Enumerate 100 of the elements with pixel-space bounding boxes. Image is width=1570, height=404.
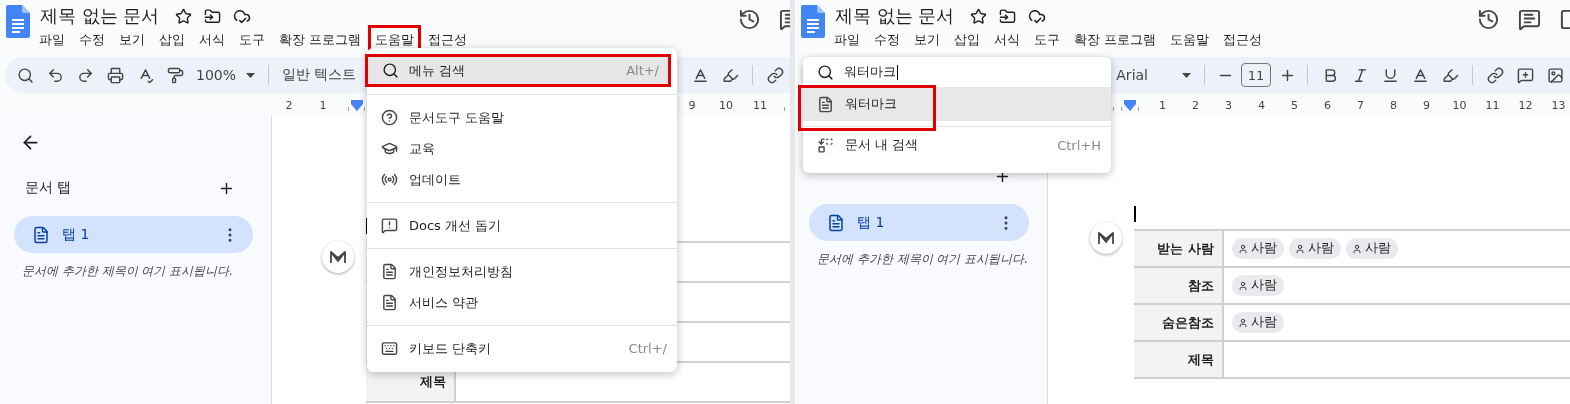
star-icon[interactable]: [175, 7, 193, 25]
menu-item[interactable]: 서비스 약관: [367, 287, 677, 318]
document-icon: [381, 294, 398, 311]
document-tab[interactable]: 탭 1: [14, 216, 253, 253]
menu-item[interactable]: 삽입: [152, 25, 192, 55]
indent-marker[interactable]: [351, 99, 363, 111]
field-label: 받는 사람: [1134, 231, 1224, 266]
person-chip[interactable]: 사람: [1289, 238, 1341, 259]
menu-search-field[interactable]: 메뉴 검색 Alt+/: [365, 54, 671, 87]
ruler-number: 1: [306, 98, 340, 112]
menu-item[interactable]: 도구: [232, 25, 272, 55]
person-icon: [1238, 317, 1248, 328]
find-replace-icon: [817, 136, 834, 154]
menu-item[interactable]: 보기: [907, 25, 947, 55]
cloud-check-icon[interactable]: [233, 7, 252, 25]
menu-item[interactable]: 수정: [72, 25, 112, 55]
image-icon[interactable]: [1546, 66, 1564, 84]
search-field[interactable]: 워터마크: [803, 57, 1111, 87]
search-icon[interactable]: [16, 66, 34, 84]
text-cursor: [366, 218, 368, 234]
antenna-icon: [381, 171, 398, 188]
email-draft-button[interactable]: [1090, 222, 1122, 254]
document-icon: [827, 213, 845, 232]
keyboard-icon: [381, 340, 398, 357]
menu-item[interactable]: 키보드 단축키 Ctrl+/: [367, 333, 677, 364]
menu-item[interactable]: 서식: [987, 25, 1027, 55]
search-icon: [382, 62, 399, 79]
menu-item[interactable]: 교육: [367, 133, 677, 164]
font-select[interactable]: Arial: [1110, 67, 1197, 83]
caret-icon[interactable]: [1182, 72, 1191, 78]
comment-icon[interactable]: [1518, 8, 1541, 31]
person-icon: [1295, 243, 1305, 254]
document-icon: [817, 95, 834, 113]
highlighter-icon[interactable]: [1441, 66, 1459, 84]
search-result[interactable]: 워터마크: [803, 87, 1111, 121]
undo-icon[interactable]: [46, 66, 64, 84]
text-color-icon[interactable]: [1411, 66, 1429, 84]
font-size-field[interactable]: 11: [1241, 63, 1271, 87]
m-icon: [329, 250, 347, 264]
link-icon[interactable]: [766, 66, 784, 84]
search-icon: [817, 63, 834, 81]
document-icon: [381, 263, 398, 280]
paint-roller-icon[interactable]: [166, 66, 184, 84]
move-folder-icon[interactable]: [204, 7, 222, 25]
person-icon: [1352, 243, 1362, 254]
menu-item[interactable]: 업데이트: [367, 164, 677, 195]
menu-item[interactable]: 보기: [112, 25, 152, 55]
person-icon: [1238, 280, 1248, 291]
m-icon: [1097, 231, 1115, 245]
field-label: 참조: [1134, 268, 1224, 303]
menu-item[interactable]: 도움말: [1163, 25, 1217, 55]
move-folder-icon[interactable]: [999, 7, 1017, 25]
docs-logo-icon[interactable]: [801, 5, 825, 38]
star-icon[interactable]: [970, 7, 988, 25]
menu-item[interactable]: 삽입: [947, 25, 987, 55]
print-icon[interactable]: [106, 66, 124, 84]
redo-icon[interactable]: [76, 66, 94, 84]
document-title[interactable]: 제목 없는 문서: [835, 4, 955, 28]
menu-item[interactable]: 확장 프로그램: [272, 25, 369, 55]
document-tab[interactable]: 탭 1: [809, 204, 1029, 241]
text-color-icon[interactable]: [691, 66, 709, 84]
document-icon: [32, 225, 50, 244]
menu-item[interactable]: 도구: [1027, 25, 1067, 55]
menu-item[interactable]: 접근성: [1216, 25, 1270, 55]
underline-icon[interactable]: [1381, 66, 1399, 84]
document-title[interactable]: 제목 없는 문서: [40, 4, 160, 28]
sidebar-hint: 문서에 추가한 제목이 여기 표시됩니다.: [22, 263, 235, 280]
history-icon[interactable]: [738, 8, 761, 31]
add-comment-icon[interactable]: [1516, 66, 1534, 84]
indent-marker[interactable]: [1123, 99, 1136, 111]
menu-item[interactable]: 문서 내 검색 Ctrl+H: [803, 127, 1111, 163]
history-icon[interactable]: [1477, 8, 1500, 31]
style-select[interactable]: 일반 텍스트: [276, 66, 363, 84]
menu-item[interactable]: 수정: [867, 25, 907, 55]
help-icon: [381, 109, 398, 126]
menu-item[interactable]: 파일: [32, 25, 72, 55]
cloud-check-icon[interactable]: [1028, 7, 1047, 25]
person-chip[interactable]: 사람: [1346, 238, 1398, 259]
link-icon[interactable]: [1486, 66, 1504, 84]
person-chip[interactable]: 사람: [1232, 238, 1284, 259]
menu-item[interactable]: 확장 프로그램: [1067, 25, 1164, 55]
sidebar-heading: 문서 탭: [25, 179, 72, 197]
menu-item[interactable]: 문서도구 도움말: [367, 102, 677, 133]
menu-item[interactable]: Docs 개선 돕기: [367, 210, 677, 241]
person-chip[interactable]: 사람: [1232, 312, 1284, 333]
zoom-select[interactable]: 100%: [190, 67, 262, 83]
highlighter-icon[interactable]: [721, 66, 739, 84]
graduation-cap-icon: [381, 140, 398, 157]
email-draft-button[interactable]: [322, 241, 354, 273]
sidebar-hint: 문서에 추가한 제목이 여기 표시됩니다.: [817, 251, 1030, 268]
person-icon: [1238, 243, 1248, 254]
text-cursor: [1134, 206, 1136, 222]
field-label: 제목: [1134, 342, 1224, 377]
docs-logo-icon[interactable]: [6, 5, 30, 38]
menu-item[interactable]: 파일: [827, 25, 867, 55]
caret-icon[interactable]: [246, 72, 256, 78]
menu-item[interactable]: 서식: [192, 25, 232, 55]
menu-item[interactable]: 개인정보처리방침: [367, 256, 677, 287]
field-label: 숨은참조: [1134, 305, 1224, 340]
person-chip[interactable]: 사람: [1232, 275, 1284, 296]
